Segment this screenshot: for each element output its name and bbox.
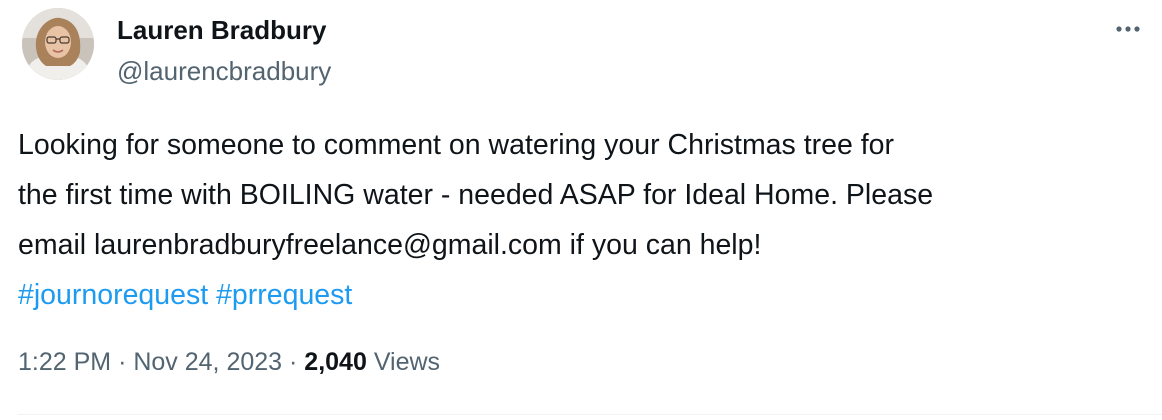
views-count: 2,040 [304, 348, 367, 376]
hashtag-link[interactable]: #journorequest [18, 279, 208, 311]
hashtag-line: #journorequest #prrequest [18, 270, 1138, 320]
more-dots-icon [1116, 26, 1140, 32]
avatar-photo [22, 8, 94, 80]
author-display-name[interactable]: Lauren Bradbury [117, 14, 327, 46]
more-options-button[interactable] [1110, 14, 1146, 44]
avatar[interactable] [22, 8, 94, 80]
tweet-text-line: email laurenbradburyfreelance@gmail.com … [18, 229, 762, 261]
hashtag-link[interactable]: #prrequest [216, 279, 352, 311]
tweet-card: Lauren Bradbury @laurencbradbury Looking… [0, 0, 1162, 420]
views-label: Views [373, 348, 441, 376]
divider [18, 414, 1162, 415]
meta-separator: · [289, 348, 298, 376]
tweet-meta: 1:22 PM · Nov 24, 2023 · 2,040 Views [18, 344, 440, 380]
tweet-date[interactable]: Nov 24, 2023 [133, 348, 282, 376]
author-handle[interactable]: @laurencbradbury [117, 55, 331, 87]
meta-separator: · [118, 348, 127, 376]
tweet-text-line: the first time with BOILING water - need… [18, 179, 934, 211]
tweet-text: Looking for someone to comment on wateri… [18, 120, 1138, 320]
tweet-time[interactable]: 1:22 PM [18, 348, 111, 376]
tweet-text-line: Looking for someone to comment on wateri… [18, 129, 894, 161]
